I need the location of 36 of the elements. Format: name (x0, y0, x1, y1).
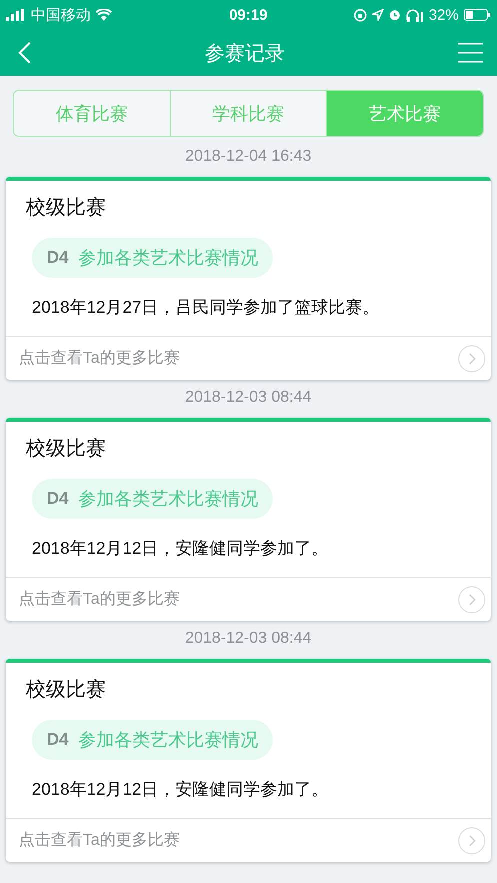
more-competitions-link[interactable]: 点击查看Ta的更多比赛 (19, 830, 180, 851)
wifi-icon (96, 9, 112, 21)
record-description: 2018年12月27日，吕民同学参加了篮球比赛。 (31, 297, 380, 319)
alarm-icon (388, 9, 401, 21)
record-time: 2018-12-03 08:44 (185, 388, 312, 408)
battery-icon (464, 9, 491, 21)
back-button[interactable] (18, 42, 32, 64)
record-time: 2018-12-04 16:43 (185, 147, 312, 167)
menu-button[interactable] (458, 43, 483, 63)
category-code: D4 (47, 489, 69, 509)
location-icon (372, 9, 384, 21)
competition-level: 校级比赛 (25, 196, 106, 221)
headphones-icon (406, 8, 424, 22)
competition-level: 校级比赛 (25, 437, 106, 462)
chevron-circle-icon[interactable] (458, 826, 486, 854)
clock-time: 09:19 (229, 6, 268, 24)
category-label: 参加各类艺术比赛情况 (78, 488, 259, 511)
carrier-name: 中国移动 (31, 6, 91, 24)
category-code: D4 (47, 730, 69, 750)
category-label: 参加各类艺术比赛情况 (78, 729, 259, 752)
battery-percent: 32% (428, 6, 459, 24)
category-tab[interactable]: 体育比赛 (14, 91, 170, 136)
page-title: 参赛记录 (205, 42, 285, 66)
record-time: 2018-12-03 08:44 (185, 629, 312, 649)
competition-level: 校级比赛 (25, 678, 106, 703)
chevron-circle-icon[interactable] (458, 586, 486, 614)
category-code: D4 (47, 248, 69, 268)
record-description: 2018年12月12日，安隆健同学参加了。 (31, 538, 329, 560)
category-tab[interactable]: 艺术比赛 (326, 91, 483, 136)
category-label: 参加各类艺术比赛情况 (78, 247, 259, 270)
signal-icon (6, 9, 26, 21)
chevron-circle-icon[interactable] (458, 344, 486, 372)
more-competitions-link[interactable]: 点击查看Ta的更多比赛 (19, 589, 180, 610)
more-competitions-link[interactable]: 点击查看Ta的更多比赛 (19, 348, 180, 369)
record-description: 2018年12月12日，安隆健同学参加了。 (31, 779, 329, 801)
rotation-lock-icon (354, 8, 367, 22)
